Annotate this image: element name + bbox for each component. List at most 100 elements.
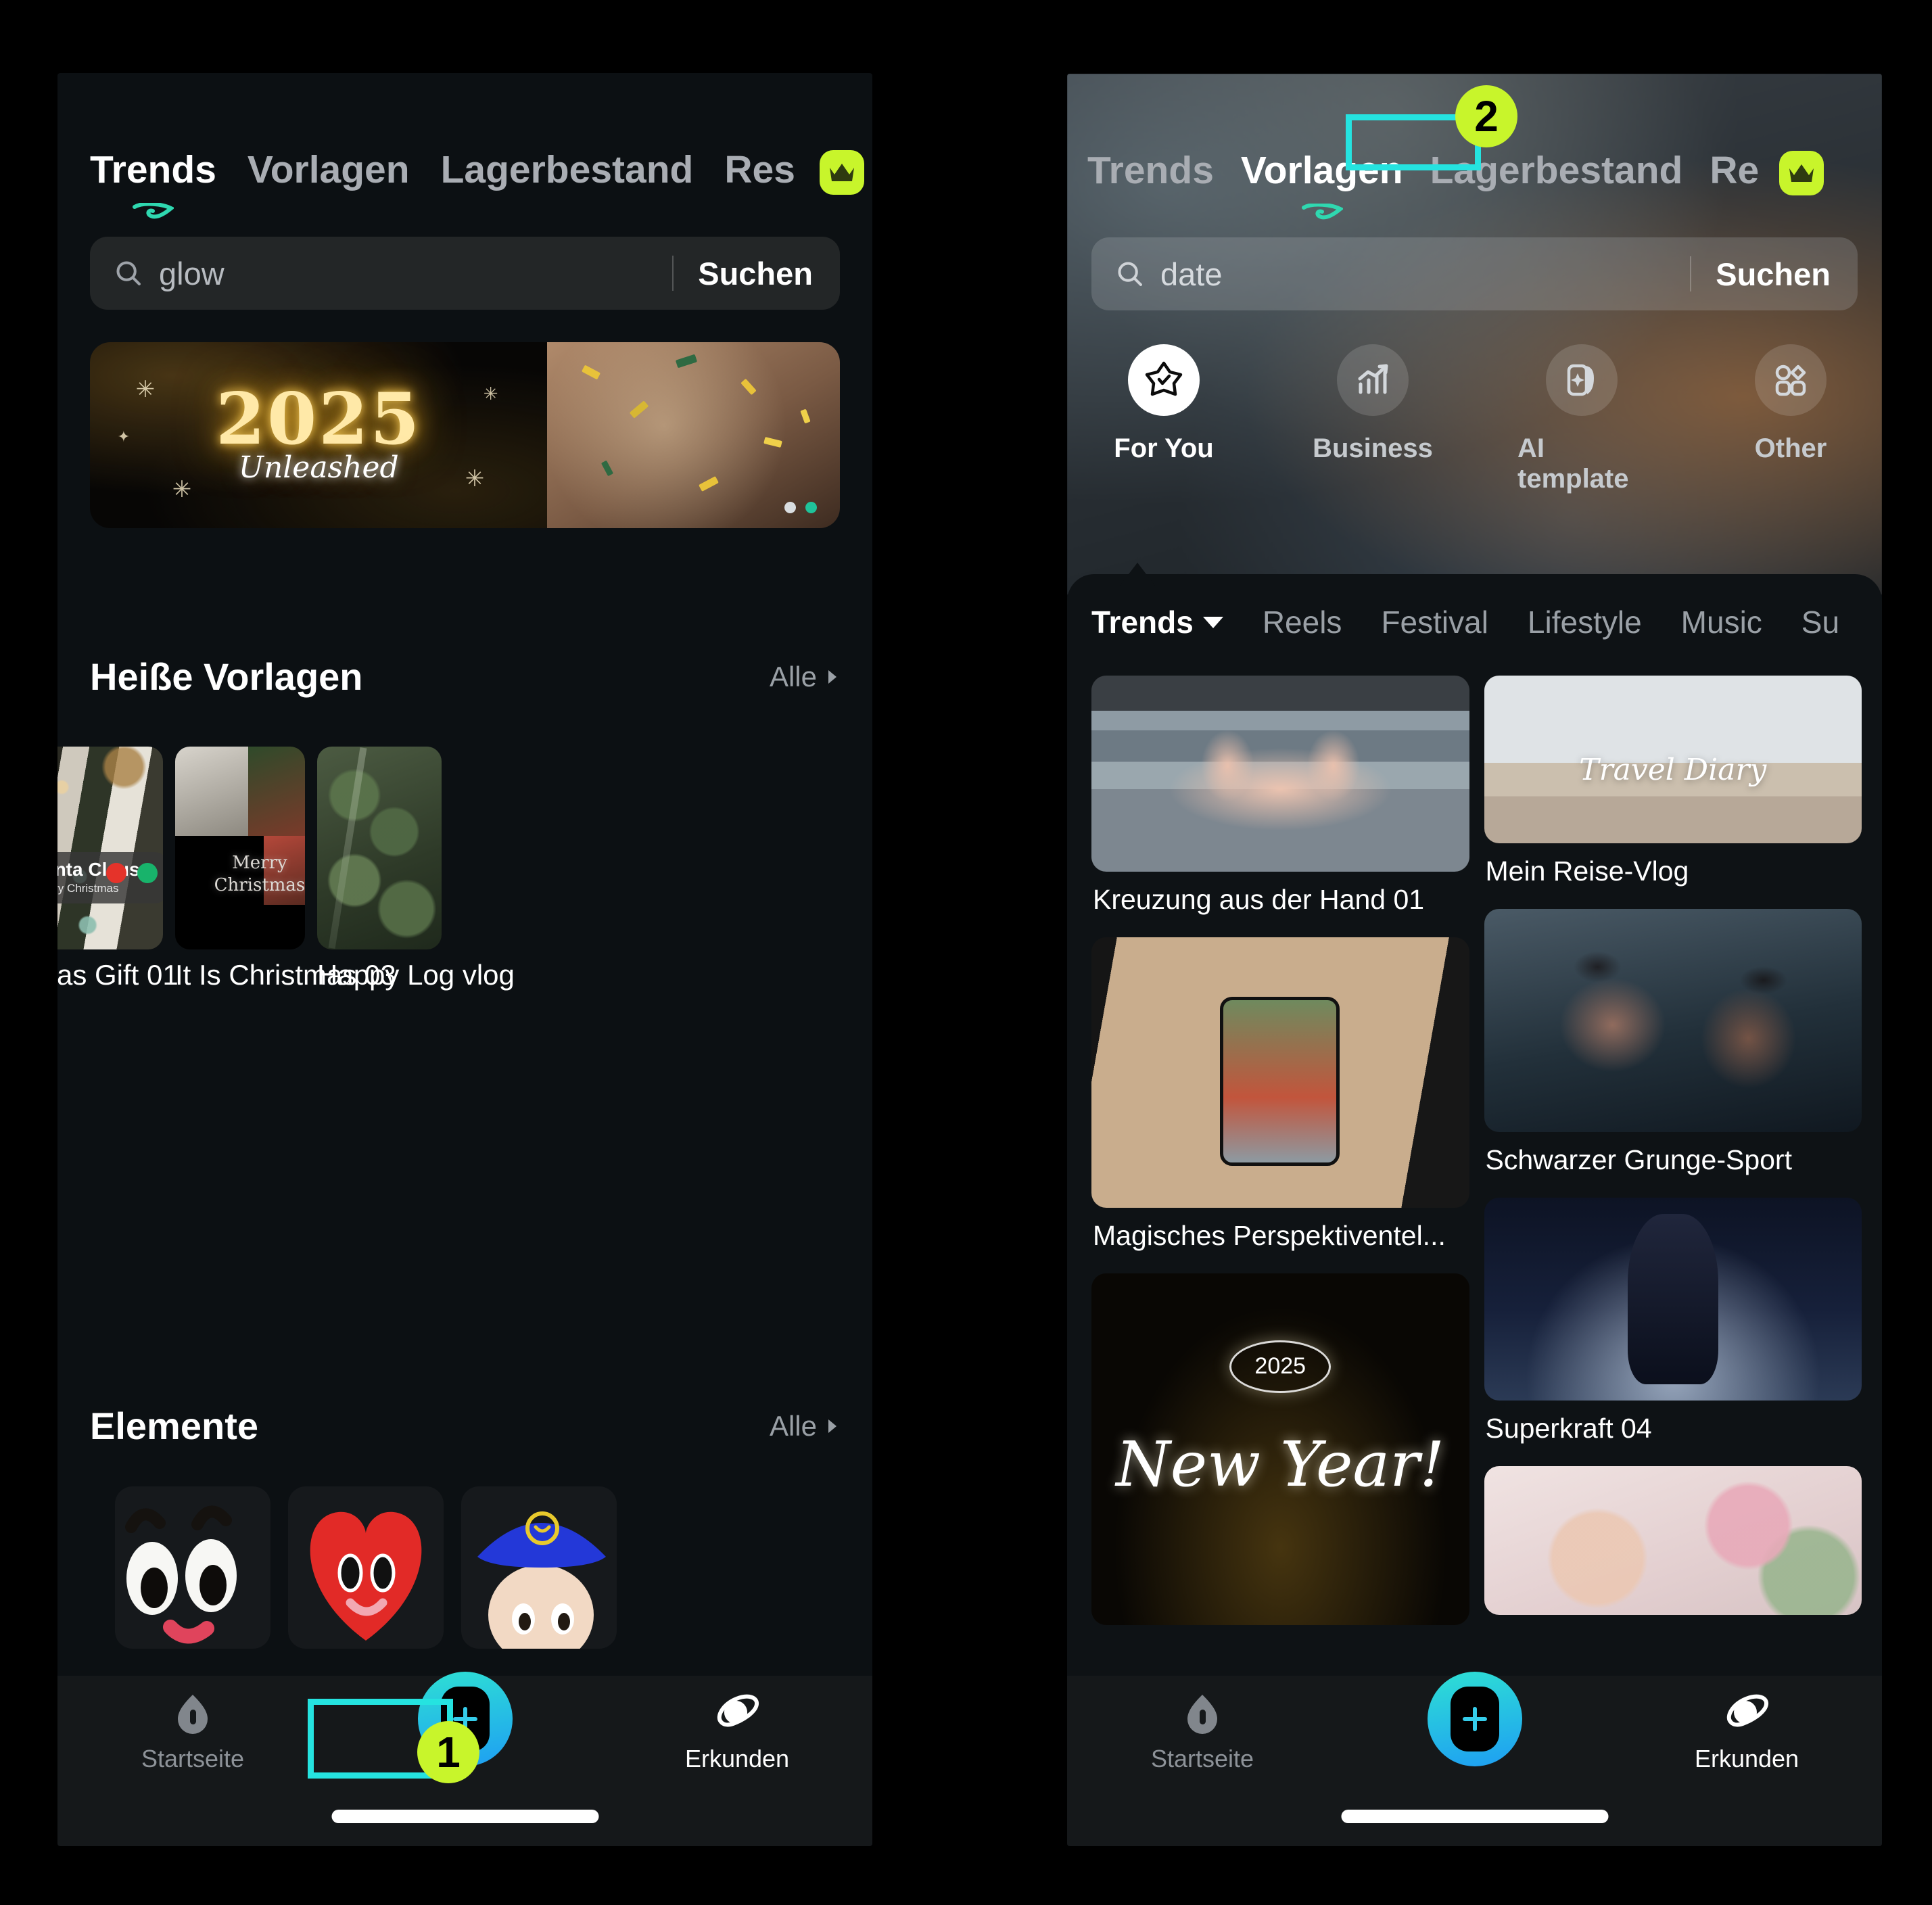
search-button[interactable]: Suchen [1691,256,1858,293]
subtab-label: Reels [1262,605,1342,640]
template-name: Magisches Perspektiventel... [1093,1220,1446,1251]
home-indicator [331,1810,598,1823]
banner-photo [547,342,840,528]
right-phone-screen: Trends Vorlagen Lagerbestand Re date Suc… [1067,74,1882,1846]
see-all-hot-templates[interactable]: Alle [770,661,840,693]
tab-lagerbestand[interactable]: Lagerbestand [441,147,694,197]
section-header-hot-templates: Heiße Vorlagen Alle [90,655,840,699]
category-other[interactable]: Other [1726,344,1855,494]
tab-trends[interactable]: Trends [1087,148,1214,198]
subtab-reels[interactable]: Reels [1263,604,1342,640]
nav-item-startseite[interactable]: Startseite [105,1692,281,1773]
tab-vorlagen-label: Vorlagen [247,148,410,191]
see-all-label: Alle [769,660,817,692]
template-thumbnail [1091,937,1469,1208]
template-name: Mein Reise-Vlog [1485,855,1689,887]
hot-templates-row[interactable]: anta Claus erry Christmas Merry Christma… [57,747,442,949]
chevron-right-icon [828,669,837,684]
element-card[interactable] [288,1486,444,1649]
planet-icon [1726,1694,1768,1727]
right-screen-content: Trends Vorlagen Lagerbestand Re date Suc… [1067,74,1882,1846]
tab-res[interactable]: Res [724,147,795,197]
star-badge-icon [1145,361,1183,396]
template-card[interactable] [1484,676,1862,843]
subtab-music[interactable]: Music [1681,604,1762,640]
category-icon-bubble [1546,344,1618,416]
banner-year: 2025 [216,377,422,461]
template-card[interactable]: anta Claus erry Christmas [57,747,163,949]
crown-icon[interactable] [1779,151,1824,195]
boy-sticker [477,1511,606,1649]
search-bar[interactable]: glow Suchen [90,237,840,310]
search-input[interactable]: glow [159,255,672,292]
template-thumbnail [1484,1198,1862,1401]
category-ai-template[interactable]: AI template [1517,344,1646,494]
tab-re-label: Re [1710,149,1760,192]
crown-glyph-icon [829,164,854,181]
crown-icon[interactable] [819,150,864,195]
template-card[interactable] [1484,909,1862,1132]
template-name: Schwarzer Grunge-Sport [1485,1144,1792,1175]
search-input[interactable]: date [1160,256,1690,293]
heart-sticker [310,1511,422,1641]
create-button[interactable] [1427,1672,1522,1766]
search-button[interactable]: Suchen [674,255,840,292]
template-name: It Is Christmas 03 [175,959,396,991]
subtab-row: Trends Reels Festival Lifestyle Music Su [1067,604,1882,640]
subtab-festival[interactable]: Festival [1381,604,1488,640]
ai-cards-icon [1567,364,1594,396]
template-card[interactable]: Merry Christmas [175,747,305,949]
annotation-number-2: 2 [1455,85,1517,147]
see-all-elements[interactable]: Alle [770,1410,840,1442]
nav-label: Erkunden [684,1745,790,1772]
nav-item-erkunden[interactable]: Erkunden [1659,1693,1835,1773]
tab-re[interactable]: Re [1710,148,1759,198]
tab-trends[interactable]: Trends [90,147,216,219]
pagination-dot-active[interactable] [805,502,817,513]
nav-item-startseite[interactable]: Startseite [1114,1692,1290,1773]
template-card[interactable] [1484,1466,1862,1615]
template-thumbnail [1091,676,1469,872]
chart-trend-icon [1358,364,1388,394]
elements-row[interactable] [115,1486,617,1649]
crown-glyph-icon [1789,164,1814,182]
promo-banner[interactable]: ✳ ✦ ✳ ✳ ✳ 2025 Unleashed [90,342,840,528]
templates-sheet: Trends Reels Festival Lifestyle Music Su [1067,563,1882,1846]
subtab-trends[interactable]: Trends [1091,604,1223,640]
banner-pagination-dots[interactable] [784,502,817,513]
category-row: For You Business AI template Other [1100,344,1855,494]
chevron-down-icon[interactable] [1202,616,1223,628]
template-card[interactable] [317,747,442,949]
subtab-label: Music [1680,605,1762,640]
section-title: Elemente [90,1405,258,1447]
active-tab-underline-icon [1301,204,1343,220]
annotation-number-1: 1 [417,1721,479,1783]
screenshot-stage: Trends Vorlagen Lagerbestand Res glow Su… [0,0,1932,1905]
subtab-su[interactable]: Su [1801,604,1839,640]
template-card[interactable] [1484,1198,1862,1401]
bottom-nav-bar: Startseite Erkunden [1067,1672,1882,1846]
template-card[interactable] [1091,937,1469,1208]
template-card[interactable]: 2025 New Year! [1091,1273,1469,1625]
category-label: For You [1114,433,1214,463]
nav-item-erkunden[interactable]: Erkunden [649,1693,825,1773]
search-bar[interactable]: date Suchen [1091,237,1858,310]
category-business[interactable]: Business [1309,344,1437,494]
subtab-lifestyle[interactable]: Lifestyle [1528,604,1642,640]
pagination-dot[interactable] [784,502,796,513]
nav-label: Startseite [141,1745,245,1772]
category-icon-bubble [1337,344,1409,416]
left-phone-screen: Trends Vorlagen Lagerbestand Res glow Su… [57,73,872,1846]
element-card[interactable] [461,1486,617,1649]
templates-grid[interactable]: Kreuzung aus der Hand 01 Magisches Persp… [1091,676,1862,1846]
templates-column-left: Kreuzung aus der Hand 01 Magisches Persp… [1091,676,1469,1846]
left-screen-content: Trends Vorlagen Lagerbestand Res glow Su… [57,73,872,1846]
template-name: Kreuzung aus der Hand 01 [1093,884,1425,915]
tab-vorlagen[interactable]: Vorlagen [248,147,410,197]
template-name: Happy Log vlog [317,959,515,991]
subtab-label: Lifestyle [1527,605,1642,640]
element-card[interactable] [115,1486,270,1649]
template-card[interactable] [1091,676,1469,872]
category-for-you[interactable]: For You [1100,344,1228,494]
templates-column-right: Mein Reise-Vlog Schwarzer Grunge-Sport S… [1484,676,1862,1846]
